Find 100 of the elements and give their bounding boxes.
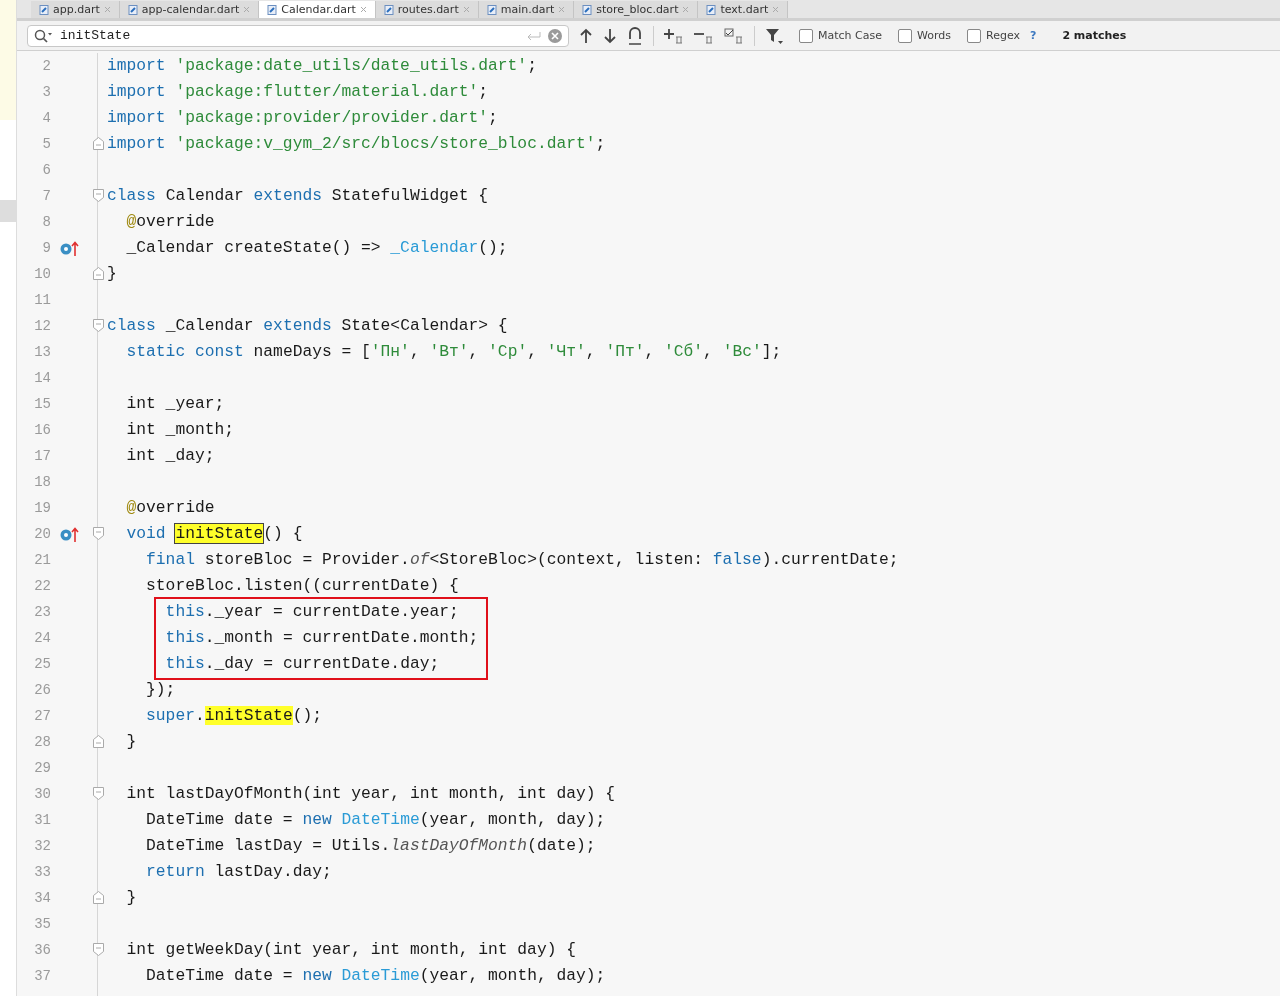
code-line: DateTime lastDay = Utils.lastDayOfMonth(date); (145, 835, 597, 857)
code-line: int getWeekDay(int year, int month, int day) { (125, 939, 577, 961)
line-number: 6 (41, 162, 51, 178)
tab-label: Calendar.dart (281, 3, 356, 16)
file-icon (39, 4, 49, 15)
search-icon[interactable] (34, 28, 52, 43)
code-line: DateTime date = new DateTime(year, month, day); (145, 809, 607, 831)
filter-button[interactable] (765, 26, 783, 45)
checkbox[interactable] (799, 28, 813, 43)
line-number: 34 (33, 890, 51, 906)
tab-label: app-calendar.dart (141, 3, 240, 16)
find-all-button[interactable] (627, 26, 643, 45)
line-number: 23 (33, 604, 51, 620)
code-line: class _Calendar extends State<Calendar> { (107, 315, 509, 337)
code-line: storeBloc.listen((currentDate) { (145, 575, 460, 597)
enter-icon (526, 30, 542, 41)
code-line: import 'package:date_utils/date_utils.dart'; (107, 55, 538, 77)
line-number: 32 (33, 838, 51, 854)
code-line: _Calendar createState() => _Calendar(); (125, 237, 509, 259)
file-tab[interactable]: routes.dart (375, 1, 479, 18)
close-icon[interactable] (243, 6, 251, 13)
fold-icon[interactable] (92, 527, 104, 540)
search-box[interactable]: initState (27, 24, 569, 47)
fold-icon[interactable] (92, 319, 104, 332)
fold-icon[interactable] (92, 267, 104, 280)
code-line: super.initState(); (145, 705, 323, 727)
file-tab[interactable]: app-calendar.dart (119, 1, 260, 18)
code-line: static const nameDays = ['Пн', 'Вт', 'Ср', 'Чт', 'Пт', 'Сб', 'Вс']; (125, 341, 783, 363)
file-icon (127, 4, 138, 15)
code-line: int _year; (125, 393, 226, 415)
help-link[interactable]: ? (1030, 29, 1037, 42)
close-icon[interactable] (359, 6, 367, 13)
line-number: 33 (33, 864, 51, 880)
tab-label: store_bloc.dart (596, 3, 679, 16)
line-number: 28 (33, 734, 51, 750)
select-all-button[interactable] (724, 27, 744, 44)
fold-icon[interactable] (92, 787, 104, 800)
line-number: 36 (33, 942, 51, 958)
file-tab[interactable]: main.dart (478, 1, 575, 18)
file-tab[interactable]: Calendar.dart (259, 1, 376, 18)
checkbox[interactable] (967, 28, 981, 43)
clear-icon[interactable] (548, 28, 562, 43)
file-tab[interactable]: app.dart (31, 1, 120, 18)
close-icon[interactable] (558, 6, 566, 13)
line-number: 14 (33, 370, 51, 386)
code-line: class Calendar extends StatefulWidget { (107, 185, 490, 207)
file-icon (267, 4, 278, 15)
code-line: @override (125, 497, 216, 519)
file-icon (383, 4, 394, 15)
file-icon (706, 4, 717, 15)
line-number: 21 (33, 552, 51, 568)
line-number: 37 (33, 968, 51, 984)
line-number: 19 (33, 500, 51, 516)
down-arrow-button[interactable] (603, 27, 617, 44)
checkbox[interactable] (898, 28, 912, 43)
line-number: 3 (41, 84, 51, 100)
option-label: Words (917, 29, 951, 42)
code-line: import 'package:provider/provider.dart'; (107, 107, 499, 129)
fold-icon[interactable] (92, 891, 104, 904)
code-line: }); (145, 679, 177, 701)
line-number: 10 (33, 266, 51, 282)
file-tab[interactable]: text.dart (698, 1, 789, 18)
close-icon[interactable] (462, 6, 470, 13)
fold-icon[interactable] (92, 943, 104, 956)
close-icon[interactable] (772, 6, 780, 13)
tab-label: app.dart (53, 3, 100, 16)
fold-icon[interactable] (92, 735, 104, 748)
code-line: } (107, 263, 118, 285)
code-line: void initState() { (125, 523, 304, 545)
code-line: this._day = currentDate.day; (164, 653, 441, 675)
code-line: return lastDay.day; (145, 861, 333, 883)
line-number: 4 (41, 110, 51, 126)
line-number: 26 (33, 682, 51, 698)
file-icon (486, 4, 497, 15)
fold-icon[interactable] (92, 137, 104, 150)
file-icon (582, 4, 593, 15)
override-icon[interactable] (60, 240, 80, 256)
code-line: import 'package:v_gym_2/src/blocs/store_bloc.dart'; (107, 133, 607, 155)
up-arrow-button[interactable] (579, 27, 593, 44)
code-line: int _day; (125, 445, 216, 467)
override-icon[interactable] (60, 526, 80, 542)
line-number: 27 (33, 708, 51, 724)
line-number: 29 (33, 760, 51, 776)
code-line: int _month; (125, 419, 235, 441)
fold-icon[interactable] (92, 189, 104, 202)
tab-label: main.dart (500, 3, 555, 16)
code-line: } (125, 731, 138, 753)
close-icon[interactable] (682, 6, 690, 13)
line-number: 16 (33, 422, 51, 438)
line-number: 5 (41, 136, 51, 152)
line-number: 13 (33, 344, 51, 360)
code-line: DateTime date = new DateTime(year, month, day); (145, 965, 607, 987)
close-icon[interactable] (103, 6, 111, 13)
add-selection-button[interactable] (664, 27, 684, 44)
code-line: import 'package:flutter/material.dart'; (107, 81, 490, 103)
search-input[interactable]: initState (58, 27, 520, 44)
file-tab[interactable]: store_bloc.dart (574, 1, 699, 18)
match-count: 2 matches (1062, 29, 1127, 42)
line-number: 31 (33, 812, 51, 828)
line-number: 20 (33, 526, 51, 542)
